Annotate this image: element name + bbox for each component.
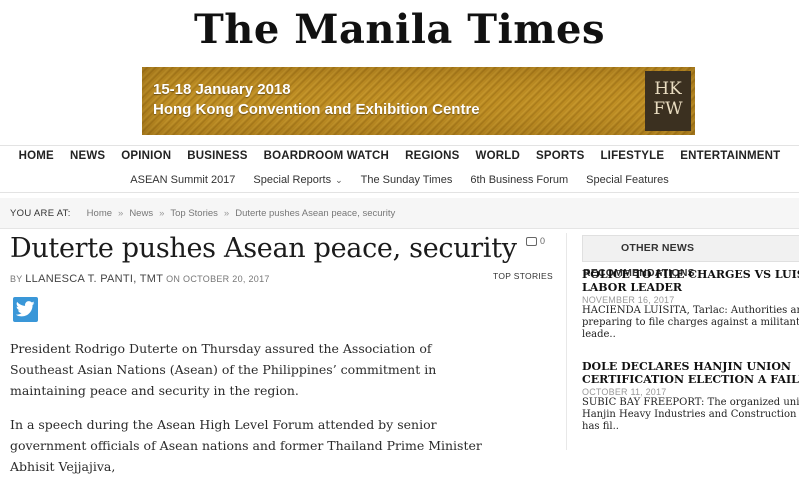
breadcrumb-home[interactable]: Home <box>87 208 112 219</box>
article-body: President Rodrigo Duterte on Thursday as… <box>10 338 490 490</box>
sidebar-news-excerpt: HACIENDA LUISITA, Tarlac: Authorities ar… <box>582 305 799 341</box>
subnav-asean-summit[interactable]: ASEAN Summit 2017 <box>121 174 244 186</box>
nav-business[interactable]: BUSINESS <box>179 150 255 162</box>
breadcrumb: YOU ARE AT: Home » News » Top Stories » … <box>10 208 395 219</box>
subnav-special-reports-label: Special Reports <box>253 174 332 186</box>
subnav-special-reports[interactable]: Special Reports ⌄ <box>244 174 351 186</box>
sidebar-news-headline[interactable]: POLICE TO FILE CHARGES VS LUISITA LABOR … <box>582 268 799 294</box>
subnav-special-features[interactable]: Special Features <box>577 174 678 186</box>
banner-date: 15-18 January 2018 <box>153 81 291 98</box>
article-date: OCTOBER 20, 2017 <box>183 274 270 284</box>
breadcrumb-separator-icon: » <box>118 208 124 219</box>
excerpt-line: leade.. <box>582 329 616 340</box>
hkfw-logo: HK FW <box>645 71 691 131</box>
sidebar-news-date: OCTOBER 11, 2017 <box>582 387 667 397</box>
subnav-sunday-times[interactable]: The Sunday Times <box>352 174 462 186</box>
banner-ad[interactable]: 15-18 January 2018 Hong Kong Convention … <box>142 67 695 135</box>
excerpt-line: HACIENDA LUISITA, Tarlac: Authorities ar… <box>582 305 799 316</box>
sidebar-news-item[interactable]: DOLE DECLARES HANJIN UNION CERTIFICATION… <box>582 360 799 433</box>
breadcrumb-separator-icon: » <box>223 208 230 219</box>
nav-opinion[interactable]: OPINION <box>113 150 179 162</box>
breadcrumb-separator-icon: » <box>159 208 165 219</box>
sidebar-news-date: NOVEMBER 16, 2017 <box>582 295 675 305</box>
excerpt-line: Hanjin Heavy Industries and Construction… <box>582 409 799 420</box>
excerpt-line: has fil.. <box>582 421 619 432</box>
chevron-down-icon: ⌄ <box>335 175 343 185</box>
nav-divider-bottom <box>0 192 799 193</box>
breadcrumb-top-stories[interactable]: Top Stories <box>170 208 218 219</box>
nav-regions[interactable]: REGIONS <box>397 150 467 162</box>
nav-news[interactable]: NEWS <box>62 150 113 162</box>
secondary-nav: ASEAN Summit 2017 Special Reports ⌄ The S… <box>0 174 799 186</box>
byline-prefix: BY <box>10 274 23 284</box>
headline-line: DOLE DECLARES HANJIN UNION <box>582 360 791 373</box>
breadcrumb-news[interactable]: News <box>129 208 153 219</box>
banner-venue: Hong Kong Convention and Exhibition Cent… <box>153 101 480 118</box>
sidebar-news-headline[interactable]: DOLE DECLARES HANJIN UNION CERTIFICATION… <box>582 360 799 386</box>
article-paragraph: President Rodrigo Duterte on Thursday as… <box>10 341 437 398</box>
nav-home[interactable]: HOME <box>11 150 62 162</box>
headline-line: CERTIFICATION ELECTION A FAILURE <box>582 373 799 386</box>
excerpt-line: preparing to file charges against a mili… <box>582 317 799 328</box>
comment-count: 0 <box>540 236 546 246</box>
nav-world[interactable]: WORLD <box>468 150 528 162</box>
nav-entertainment[interactable]: ENTERTAINMENT <box>672 150 788 162</box>
primary-nav: HOME NEWS OPINION BUSINESS BOARDROOM WAT… <box>0 150 799 162</box>
sidebar-news-excerpt: SUBIC BAY FREEPORT: The organized union … <box>582 397 799 433</box>
nav-lifestyle[interactable]: LIFESTYLE <box>592 150 672 162</box>
article-byline: BY LLANESCA T. PANTI, TMT ON OCTOBER 20,… <box>10 273 270 285</box>
nav-divider <box>0 145 799 146</box>
twitter-icon <box>16 301 35 317</box>
headline-line: LABOR LEADER <box>582 281 683 294</box>
twitter-share-button[interactable] <box>13 297 38 322</box>
article-title: Duterte pushes Asean peace, security <box>10 233 517 264</box>
article-paragraph: In a speech during the Asean High Level … <box>10 417 482 474</box>
column-divider <box>566 233 567 450</box>
breadcrumb-lead: YOU ARE AT: <box>10 208 71 219</box>
excerpt-line: SUBIC BAY FREEPORT: The organized union <box>582 397 799 408</box>
author-link[interactable]: LLANESCA T. PANTI, TMT <box>25 273 163 285</box>
headline-line: POLICE TO FILE CHARGES VS LUISITA <box>582 268 799 281</box>
comment-count-link[interactable]: 0 <box>526 236 546 247</box>
date-prefix: ON <box>166 274 181 284</box>
sidebar-news-item[interactable]: POLICE TO FILE CHARGES VS LUISITA LABOR … <box>582 268 799 341</box>
category-link[interactable]: TOP STORIES <box>493 271 553 281</box>
sidebar-heading: OTHER NEWS RECOMMENDATIONS <box>582 235 799 279</box>
breadcrumb-current: Duterte pushes Asean peace, security <box>235 208 396 219</box>
subnav-business-forum[interactable]: 6th Business Forum <box>461 174 577 186</box>
comment-icon <box>526 237 537 247</box>
nav-sports[interactable]: SPORTS <box>528 150 593 162</box>
site-masthead-logo[interactable]: The Manila Times <box>0 6 799 53</box>
nav-boardroom-watch[interactable]: BOARDROOM WATCH <box>256 150 397 162</box>
